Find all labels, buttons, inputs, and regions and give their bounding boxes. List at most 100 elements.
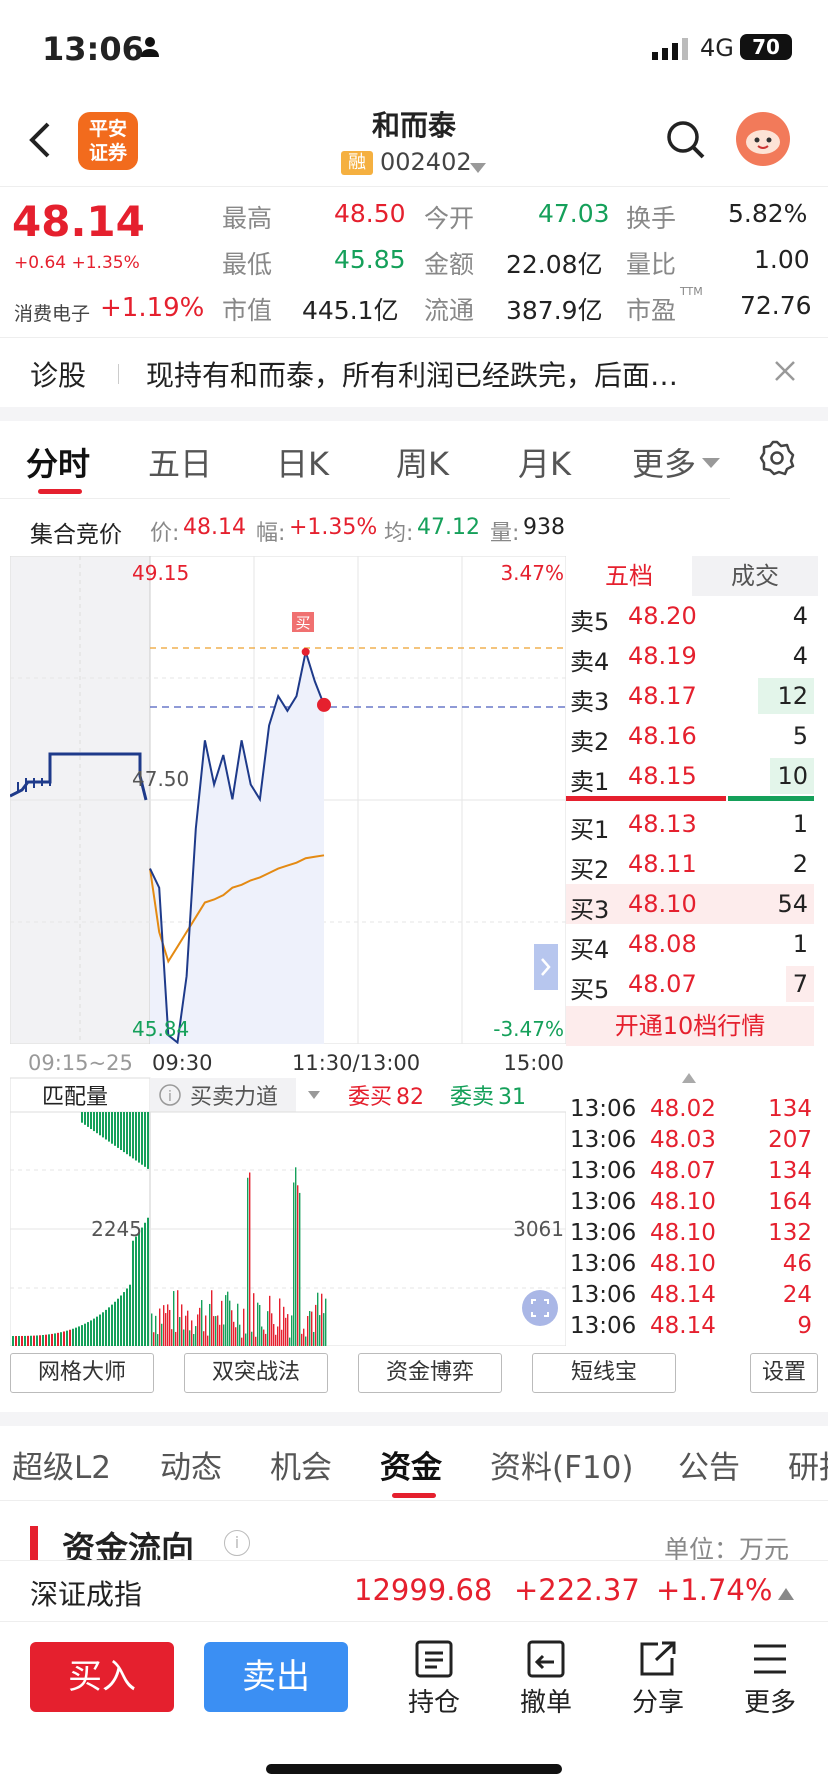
auction-unmatched-bar: [99, 1112, 101, 1136]
auction-volume-bar: [117, 1298, 119, 1346]
bid-label: 买4: [570, 936, 610, 964]
search-icon[interactable]: [666, 120, 706, 164]
ask-label: 卖4: [570, 648, 610, 676]
auction-volume-bar: [78, 1326, 80, 1346]
auction-volume-bar: [135, 1236, 137, 1346]
trade-volume: 134: [768, 1096, 812, 1122]
open-level10-button[interactable]: 开通10档行情: [566, 1006, 814, 1046]
tab-week-k[interactable]: 周K: [396, 439, 449, 485]
trade-volume: 207: [768, 1127, 812, 1153]
tab-news[interactable]: 动态: [160, 1442, 222, 1487]
settings-button[interactable]: 设置: [750, 1353, 818, 1393]
tab-more[interactable]: 更多: [632, 439, 696, 485]
trade-row: 13:06 48.10 46: [566, 1249, 818, 1280]
matched-volume-label: 匹配量: [42, 1085, 108, 1110]
volume-bar: [273, 1324, 275, 1346]
auction-volume-bar: [66, 1330, 68, 1346]
intraday-chart[interactable]: 买 49.15 47.50 45.84 3.47% -3.47% 09:15~2…: [9, 555, 567, 1347]
trade-row: 13:06 48.10 132: [566, 1218, 818, 1249]
volume-bar: [151, 1313, 153, 1346]
more-button[interactable]: 更多: [730, 1640, 810, 1719]
auction-volume-bar: [45, 1334, 47, 1346]
volume-bars: [151, 1167, 327, 1346]
fullscreen-button[interactable]: [522, 1290, 558, 1326]
close-icon[interactable]: [774, 360, 796, 386]
grid-master-button[interactable]: 网格大师: [10, 1353, 154, 1393]
ask-price: 48.17: [628, 682, 697, 710]
bid-row[interactable]: 买5 48.07 7: [566, 964, 818, 1004]
cancel-order-button[interactable]: 撤单: [506, 1640, 586, 1719]
status-bar: 13:06 4G 70: [0, 0, 828, 98]
trade-time: 13:06: [570, 1220, 637, 1246]
tab-f10[interactable]: 资料(F10): [490, 1442, 633, 1487]
volume-bar: [177, 1290, 179, 1346]
bid-volume: 54: [777, 890, 808, 918]
tab-five-levels[interactable]: 五档: [566, 556, 692, 596]
ask-row[interactable]: 卖5 48.20 4: [566, 596, 818, 636]
ask-label: 卖5: [570, 608, 610, 636]
sell-button[interactable]: 卖出: [204, 1642, 348, 1712]
tab-trades[interactable]: 成交: [692, 556, 818, 596]
trade-time: 13:06: [570, 1127, 637, 1153]
tab-five-day[interactable]: 五日: [148, 439, 212, 485]
auction-unmatched-bar: [132, 1112, 134, 1159]
sub-tabs-border: [0, 1500, 828, 1501]
index-ticker-bar[interactable]: 深证成指 12999.68 +222.37 +1.74%: [0, 1560, 828, 1622]
volume-bar: [249, 1172, 251, 1346]
caret-up-icon[interactable]: [778, 1585, 794, 1604]
trade-price: 48.10: [650, 1189, 716, 1215]
tab-intraday[interactable]: 分时: [26, 439, 90, 485]
auction-unmatched-bar: [90, 1112, 92, 1129]
tab-month-k[interactable]: 月K: [518, 439, 571, 485]
volume-bar: [225, 1295, 227, 1346]
tab-opportunity[interactable]: 机会: [270, 1442, 332, 1487]
avatar[interactable]: [736, 112, 790, 166]
bottom-action-bar: 买入 卖出 持仓 撤单 分享 更多: [0, 1622, 828, 1792]
caret-up-icon[interactable]: [682, 1068, 696, 1087]
double-break-button[interactable]: 双突战法: [184, 1353, 328, 1393]
ask-label: 卖3: [570, 688, 610, 716]
stock-code[interactable]: 002402: [380, 148, 472, 176]
ask-row[interactable]: 卖1 48.15 10: [566, 756, 818, 796]
auction-label: 集合竞价: [30, 522, 122, 548]
fund-flow-unit: 单位：万元: [664, 1535, 790, 1560]
gear-icon[interactable]: [758, 439, 796, 481]
diagnose-divider: [118, 364, 119, 384]
auction-volume-bar: [57, 1332, 59, 1346]
y-axis-high: 49.15: [132, 561, 189, 585]
bid-row[interactable]: 买1 48.13 1: [566, 804, 818, 844]
ask-row[interactable]: 卖3 48.17 12: [566, 676, 818, 716]
trade-row: 13:06 48.02 134: [566, 1094, 818, 1125]
volume-bar: [311, 1311, 313, 1346]
ask-row[interactable]: 卖4 48.19 4: [566, 636, 818, 676]
bid-row[interactable]: 买3 48.10 54: [566, 884, 818, 924]
tab-fund[interactable]: 资金: [380, 1442, 442, 1487]
ask-row[interactable]: 卖2 48.16 5: [566, 716, 818, 756]
tab-super-l2[interactable]: 超级L2: [12, 1442, 111, 1487]
sector-label[interactable]: 消费电子: [14, 299, 90, 326]
bid-row[interactable]: 买4 48.08 1: [566, 924, 818, 964]
buy-button[interactable]: 买入: [30, 1642, 174, 1712]
bid-label: 买1: [570, 816, 610, 844]
volume-bar: [271, 1313, 273, 1346]
quote-value: 22.08亿: [506, 250, 603, 279]
ask-volume: 4: [792, 642, 808, 670]
short-term-button[interactable]: 短线宝: [532, 1353, 676, 1393]
info-icon[interactable]: i: [224, 1530, 250, 1556]
volume-bar: [229, 1300, 231, 1346]
diagnose-bar[interactable]: 诊股 现持有和而泰，所有利润已经跌完，后面…: [0, 337, 828, 407]
position-button[interactable]: 持仓: [394, 1640, 474, 1719]
tab-day-k[interactable]: 日K: [276, 439, 329, 485]
tab-announcement[interactable]: 公告: [678, 1442, 740, 1487]
expand-panel-button[interactable]: [534, 944, 558, 990]
volume-bar: [285, 1317, 287, 1346]
tab-research[interactable]: 研报: [788, 1442, 828, 1487]
bid-row[interactable]: 买2 48.11 2: [566, 844, 818, 884]
bid-price: 48.07: [628, 970, 697, 998]
fund-game-button[interactable]: 资金博弈: [358, 1353, 502, 1393]
quote-value: 387.9亿: [506, 296, 603, 325]
sector-change: +1.19%: [100, 293, 205, 323]
share-button[interactable]: 分享: [618, 1640, 698, 1719]
price-change: +0.64 +1.35%: [14, 253, 140, 273]
chevron-down-icon[interactable]: [470, 158, 486, 177]
